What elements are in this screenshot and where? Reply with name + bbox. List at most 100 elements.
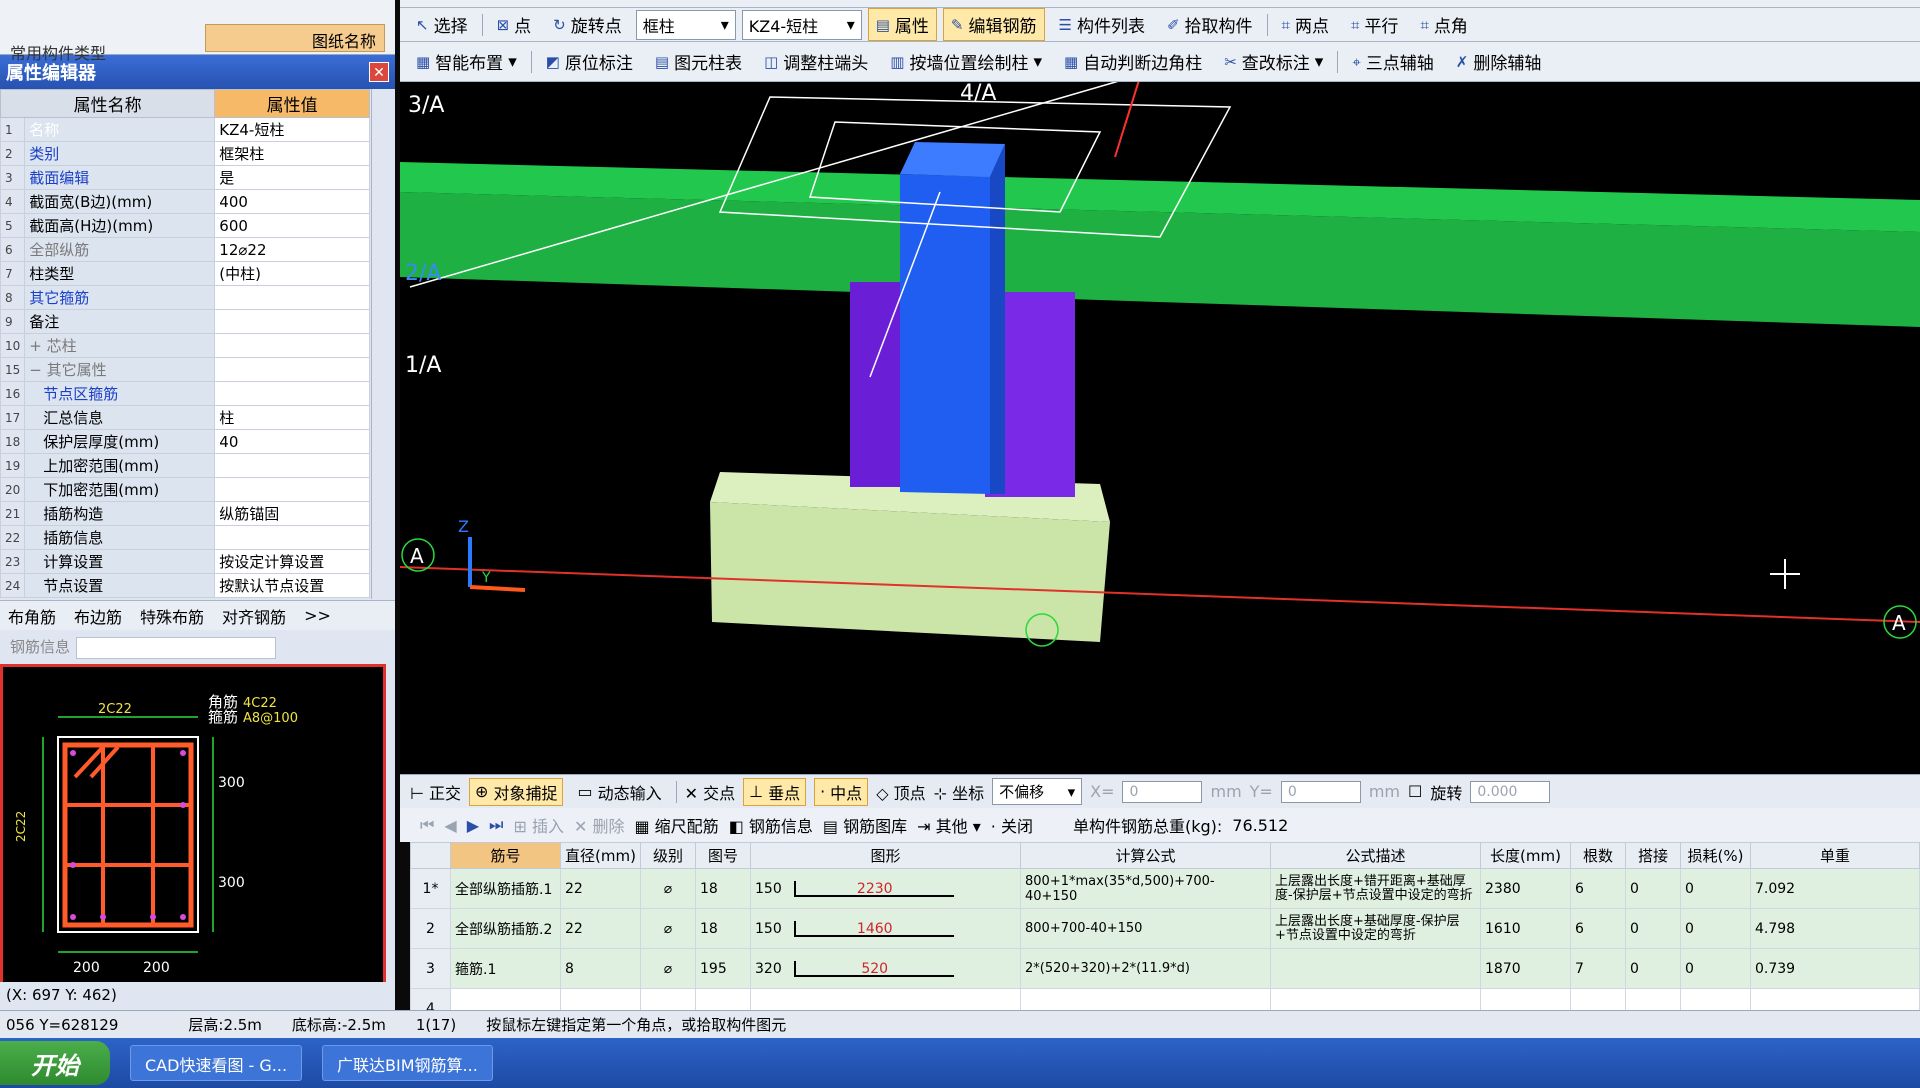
rebar-info-button[interactable]: ◧ 钢筋信息 — [729, 813, 813, 837]
rebar-loss[interactable]: 0 — [1680, 908, 1751, 949]
midpoint-snap[interactable]: · 中点 — [814, 777, 869, 806]
modify-annotation-button[interactable]: ✂ 查改标注 ▾ — [1216, 45, 1331, 78]
property-row[interactable]: 2 类别 框架柱 — [0, 141, 370, 166]
property-row[interactable]: 4 截面宽(B边)(mm) 400 — [0, 189, 370, 214]
tab-edge-rebar[interactable]: 布边筋 — [74, 604, 122, 628]
edit-rebar-button[interactable]: ✎ 编辑钢筋 — [942, 8, 1045, 41]
other-button[interactable]: ⇥ 其他 ▾ — [917, 813, 981, 837]
two-point-axis-button[interactable]: ⌗ 两点 — [1274, 8, 1337, 41]
property-value[interactable]: 按设定计算设置 — [214, 549, 370, 574]
property-value[interactable] — [214, 285, 370, 310]
adjust-column-end-button[interactable]: ◫ 调整柱端头 — [756, 45, 876, 78]
property-row[interactable]: 8 其它箍筋 — [0, 285, 370, 310]
close-icon[interactable]: ✕ — [369, 62, 389, 82]
taskbar-item-rebar-app[interactable]: 广联达BIM钢筋算... — [322, 1045, 493, 1081]
rebar-loss[interactable]: 0 — [1680, 948, 1751, 989]
pick-component-button[interactable]: ✐ 拾取构件 — [1159, 8, 1261, 41]
rebar-grade[interactable]: ⌀ — [640, 868, 696, 909]
property-row[interactable]: 7 柱类型 (中柱) — [0, 261, 370, 286]
offset-combo[interactable]: 不偏移 ▾ — [992, 778, 1083, 805]
property-value[interactable]: KZ4-短柱 — [214, 117, 370, 142]
category-combo[interactable]: 框柱 ▾ — [635, 9, 736, 40]
property-row[interactable]: 6 全部纵筋 12⌀22 — [0, 237, 370, 262]
delete-button[interactable]: ✕ 删除 — [574, 813, 625, 837]
property-value[interactable]: 按默认节点设置 — [214, 573, 370, 598]
property-row[interactable]: 3 截面编辑是 — [0, 165, 370, 190]
in-place-annotation-button[interactable]: ◩ 原位标注 — [538, 45, 641, 78]
property-row[interactable]: 24 节点设置 按默认节点设置 — [0, 573, 370, 598]
column-table-button[interactable]: ▤ 图元柱表 — [647, 45, 750, 78]
dynamic-input-toggle[interactable]: ▭ 动态输入 — [571, 778, 667, 806]
property-row[interactable]: 22 插筋信息 — [0, 525, 370, 550]
start-button[interactable]: 开始 — [0, 1041, 110, 1085]
coordinate-snap[interactable]: ⊹ 坐标 — [934, 780, 985, 804]
property-value[interactable]: 400 — [214, 189, 370, 214]
component-combo[interactable]: KZ4-短柱 ▾ — [741, 9, 862, 40]
rebar-loss[interactable]: 0 — [1680, 868, 1751, 909]
property-value[interactable]: 柱 — [214, 405, 370, 430]
property-row[interactable]: 23 计算设置 按设定计算设置 — [0, 549, 370, 574]
select-tool-button[interactable]: ↖ 选择 — [408, 8, 476, 41]
rebar-grade[interactable]: ⌀ — [640, 948, 696, 989]
rebar-figure-no[interactable]: 18 — [695, 908, 751, 949]
rebar-name[interactable]: 全部纵筋插筋.2 — [450, 908, 561, 949]
three-point-axis-button[interactable]: ⌖ 三点辅轴 — [1344, 45, 1441, 78]
property-value[interactable] — [214, 381, 370, 406]
rebar-lap[interactable]: 0 — [1625, 908, 1681, 949]
rebar-diameter[interactable]: 22 — [560, 908, 641, 949]
rebar-grade[interactable]: ⌀ — [640, 908, 696, 949]
rebar-name[interactable]: 全部纵筋插筋.1 — [450, 868, 561, 909]
property-row[interactable]: 19 上加密范围(mm) — [0, 453, 370, 478]
draw-by-wall-button[interactable]: ▥ 按墙位置绘制柱 ▾ — [882, 45, 1050, 78]
nav-first-icon[interactable]: ⏮ — [420, 815, 434, 835]
rebar-formula[interactable]: 800+700-40+150 — [1020, 908, 1271, 949]
taskbar-item-cad-viewer[interactable]: CAD快速看图 - G... — [130, 1045, 303, 1081]
rebar-diameter[interactable]: 8 — [560, 948, 641, 989]
property-value[interactable]: 600 — [214, 213, 370, 238]
property-row[interactable]: 20 下加密范围(mm) — [0, 477, 370, 502]
y-input[interactable]: 0 — [1280, 780, 1361, 803]
component-list-button[interactable]: ☰ 构件列表 — [1051, 8, 1153, 41]
point-button[interactable]: ⊠ 点 — [489, 8, 540, 41]
tab-align-rebar[interactable]: 对齐钢筋 — [222, 604, 286, 628]
property-row[interactable]: 21 插筋构造 纵筋锚固 — [0, 501, 370, 526]
rebar-count[interactable]: 7 — [1570, 948, 1626, 989]
rebar-lap[interactable]: 0 — [1625, 948, 1681, 989]
property-value[interactable]: (中柱) — [214, 261, 370, 286]
vertex-snap[interactable]: ◇ 顶点 — [876, 780, 925, 804]
auto-corner-column-button[interactable]: ▦ 自动判断边角柱 — [1056, 45, 1210, 78]
property-value[interactable] — [214, 333, 370, 358]
property-row[interactable]: 10 + 芯柱 — [0, 333, 370, 358]
perpendicular-snap[interactable]: ⊥ 垂点 — [743, 777, 807, 806]
table-row[interactable]: 2 全部纵筋插筋.2 22 ⌀ 18 150 1460 800+700-40+150 上层露出长… — [410, 908, 1920, 949]
ortho-toggle[interactable]: ⊢ 正交 — [410, 780, 461, 804]
nav-prev-icon[interactable]: ◀ — [444, 816, 456, 835]
rebar-formula[interactable]: 2*(520+320)+2*(11.9*d) — [1020, 948, 1271, 989]
property-row[interactable]: 1 名称 KZ4-短柱 — [0, 117, 370, 142]
property-value[interactable]: 纵筋锚固 — [214, 501, 370, 526]
property-value[interactable]: 框架柱 — [214, 141, 370, 166]
property-row[interactable]: 16 节点区箍筋 — [0, 381, 370, 406]
x-input[interactable]: 0 — [1122, 780, 1203, 803]
properties-button[interactable]: ▤ 属性 — [867, 8, 937, 41]
table-row[interactable]: 3 箍筋.1 8 ⌀ 195 320 520 2*(520+320)+2*(11.9*d) 18… — [410, 948, 1920, 989]
property-row[interactable]: 18 保护层厚度(mm) 40 — [0, 429, 370, 454]
point-angle-axis-button[interactable]: ⌗ 点角 — [1412, 8, 1475, 41]
rebar-lap[interactable]: 0 — [1625, 868, 1681, 909]
intersection-snap[interactable]: ✕ 交点 — [685, 780, 736, 804]
rebar-formula[interactable]: 800+1*max(35*d,500)+700-40+150 — [1020, 868, 1271, 909]
insert-button[interactable]: ⊞ 插入 — [513, 813, 564, 837]
property-value[interactable] — [214, 477, 370, 502]
property-value[interactable] — [214, 309, 370, 334]
rebar-count[interactable]: 6 — [1570, 868, 1626, 909]
property-value[interactable]: 40 — [214, 429, 370, 454]
rotate-input[interactable]: 0.000 — [1470, 780, 1551, 803]
rebar-info-input[interactable] — [76, 636, 277, 659]
rotate-checkbox[interactable]: ☐ — [1408, 782, 1422, 801]
property-value[interactable] — [214, 357, 370, 382]
rebar-figure-no[interactable]: 18 — [695, 868, 751, 909]
rotate-point-button[interactable]: ↻ 旋转点 — [545, 8, 630, 41]
rebar-library-button[interactable]: ▤ 钢筋图库 — [823, 813, 907, 837]
nav-next-icon[interactable]: ▶ — [467, 816, 479, 835]
drawing-name-tab[interactable]: 图纸名称 — [205, 24, 385, 52]
